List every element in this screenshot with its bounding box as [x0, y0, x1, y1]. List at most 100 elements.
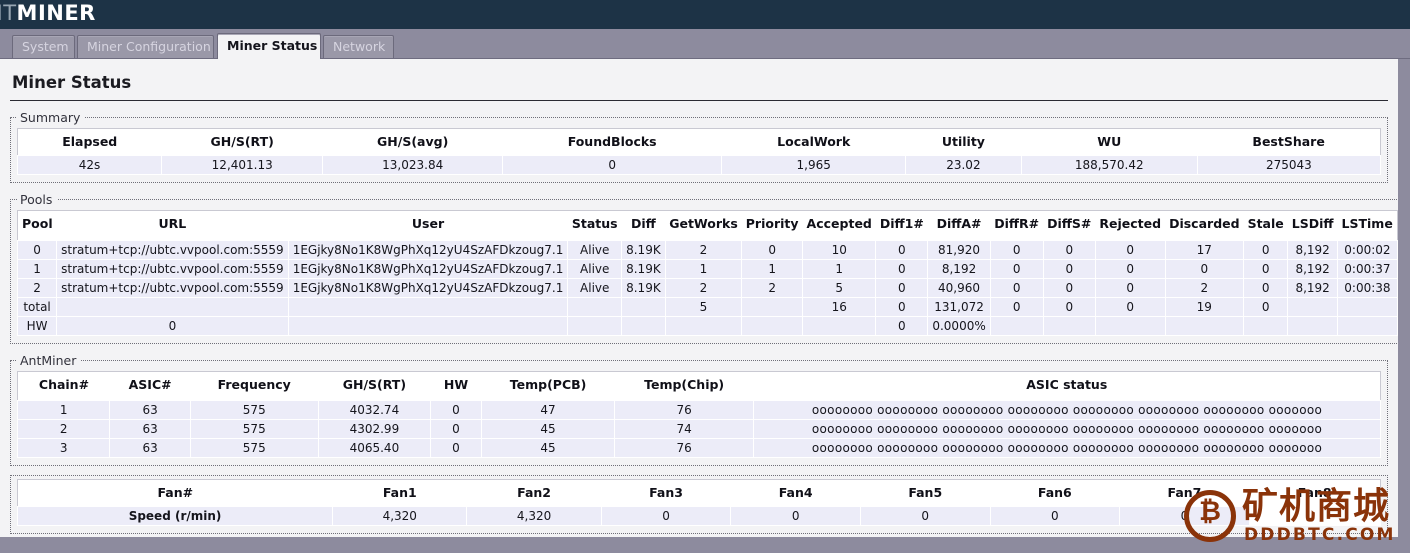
- summary-table: Elapsed GH/S(RT) GH/S(avg) FoundBlocks L…: [17, 128, 1382, 175]
- fans-header-fan5: Fan5: [860, 479, 991, 507]
- pools-cell-diffs: 0: [1042, 258, 1096, 279]
- antminer-cell-frequency: 575: [189, 419, 319, 439]
- pools-cell-getworks: 2: [664, 277, 743, 298]
- antminer-logo: NTMINER: [0, 0, 96, 27]
- summary-value-wu: 188,570.42: [1020, 155, 1198, 175]
- antminer-header-temp-pcb: Temp(PCB): [481, 371, 615, 398]
- antminer-cell-frequency: 575: [189, 438, 319, 458]
- pools-cell-diff: [621, 315, 666, 336]
- summary-group: Summary Elapsed GH/S(RT) GH/S(avg) Found…: [10, 110, 1388, 183]
- pools-header-stale: Stale: [1243, 210, 1288, 237]
- summary-value-utility: 23.02: [905, 155, 1022, 175]
- antminer-cell-asic: 63: [109, 400, 191, 420]
- pools-header-diffs: DiffS#: [1043, 210, 1096, 237]
- pools-cell-lsdiff: 8,192: [1287, 277, 1339, 298]
- pools-header-diffr: DiffR#: [990, 210, 1044, 237]
- pools-cell-pool: total: [16, 296, 58, 317]
- tab-miner-status[interactable]: Miner Status: [217, 33, 321, 59]
- pools-cell-url: stratum+tcp://ubtc.vvpool.com:5559: [56, 277, 289, 298]
- pools-cell-priority: 2: [741, 277, 804, 298]
- pools-header-status: Status: [567, 210, 622, 237]
- pools-cell-lsdiff: 8,192: [1287, 258, 1339, 279]
- table-row: 42s 12,401.13 13,023.84 0 1,965 23.02 18…: [17, 155, 1382, 175]
- pools-cell-getworks: 5: [664, 296, 743, 317]
- tab-miner-configuration[interactable]: Miner Configuration: [77, 35, 214, 58]
- antminer-cell-frequency: 575: [189, 400, 319, 420]
- pools-cell-diffr: 0: [989, 296, 1044, 317]
- antminer-cell-asic: 63: [109, 419, 191, 439]
- fans-header-fan1: Fan1: [332, 479, 467, 507]
- pools-cell-diffs: [1042, 315, 1096, 336]
- pools-cell-lstime: 0:00:37: [1337, 258, 1398, 279]
- summary-header-foundblocks: FoundBlocks: [502, 128, 722, 156]
- pools-cell-rejected: 0: [1094, 239, 1166, 260]
- pools-cell-user: [287, 315, 569, 336]
- summary-value-localwork: 1,965: [721, 155, 907, 175]
- antminer-cell-gh-s-rt: 4065.40: [317, 438, 432, 458]
- summary-value-bestshare: 275043: [1196, 155, 1382, 175]
- fans-value-fan1: 4,320: [332, 506, 468, 526]
- table-row: total 5 16 0 131,072 0 0 0 19 0: [16, 296, 1398, 317]
- pools-cell-diffs: 0: [1042, 277, 1096, 298]
- tab-network[interactable]: Network: [323, 35, 394, 58]
- table-row: 0 stratum+tcp://ubtc.vvpool.com:5559 1EGjk…: [16, 239, 1398, 260]
- antminer-cell-chain: 1: [16, 400, 111, 420]
- pools-cell-discarded: 2: [1164, 277, 1245, 298]
- pools-cell-rejected: [1094, 315, 1166, 336]
- pools-cell-diffa: 0.0000%: [927, 315, 991, 336]
- fans-value-fan8: [1248, 506, 1382, 526]
- summary-header-ghs-rt: GH/S(RT): [161, 128, 323, 156]
- summary-header-localwork: LocalWork: [721, 128, 906, 156]
- pools-cell-stale: [1243, 315, 1289, 336]
- pools-cell-diff: 8.19K: [621, 258, 666, 279]
- pools-cell-accepted: 1: [802, 258, 877, 279]
- pools-cell-stale: 0: [1243, 258, 1289, 279]
- antminer-header-row: Chain# ASIC# Frequency GH/S(RT) HW Temp(PCB) T…: [17, 371, 1381, 398]
- pools-cell-accepted: [802, 315, 877, 336]
- antminer-cell-hw: 0: [430, 438, 482, 458]
- antminer-header-hw: HW: [430, 371, 482, 398]
- tab-bar: System Miner Configuration Miner Status …: [0, 29, 1410, 59]
- pools-cell-status: Alive: [567, 258, 623, 279]
- app-banner: NTMINER: [0, 0, 1410, 29]
- pools-header-url: URL: [56, 210, 289, 237]
- pools-cell-priority: 0: [741, 239, 804, 260]
- pools-cell-priority: [741, 296, 804, 317]
- pools-cell-diff1: 0: [875, 258, 929, 279]
- pools-cell-priority: 1: [741, 258, 804, 279]
- pools-cell-lsdiff: [1287, 296, 1339, 317]
- antminer-cell-temp-chip: 76: [614, 400, 755, 420]
- pools-header-diffa: DiffA#: [927, 210, 991, 237]
- fans-value-fan3: 0: [600, 506, 732, 526]
- pools-cell-diff: [621, 296, 666, 317]
- antminer-cell-asic-status: oooooooo oooooooo oooooooo oooooooo oooo…: [753, 419, 1381, 439]
- pools-cell-accepted: 5: [802, 277, 877, 298]
- pools-cell-diffr: 0: [989, 258, 1044, 279]
- summary-legend: Summary: [20, 110, 81, 125]
- pools-cell-diff1: 0: [875, 239, 929, 260]
- fans-header-fan8: Fan8: [1249, 479, 1381, 507]
- antminer-cell-temp-pcb: 47: [480, 400, 616, 420]
- tab-system[interactable]: System: [12, 35, 75, 58]
- pools-cell-discarded: 0: [1164, 258, 1245, 279]
- summary-value-foundblocks: 0: [501, 155, 723, 175]
- antminer-cell-temp-pcb: 45: [480, 419, 616, 439]
- antminer-cell-chain: 2: [16, 419, 111, 439]
- pools-cell-diffr: 0: [989, 239, 1044, 260]
- page-title: Miner Status: [10, 59, 1388, 101]
- antminer-cell-temp-chip: 74: [614, 419, 755, 439]
- pools-cell-accepted: 16: [802, 296, 877, 317]
- fans-table: Fan# Fan1 Fan2 Fan3 Fan4 Fan5 Fan6 Fan7 Fan8 Spe…: [16, 479, 1382, 526]
- pools-legend: Pools: [20, 192, 53, 207]
- antminer-header-gh-s-rt: GH/S(RT): [318, 371, 431, 398]
- pools-cell-getworks: 2: [664, 239, 743, 260]
- fans-value-fan2: 4,320: [466, 506, 602, 526]
- fans-speed-label: Speed (r/min): [16, 506, 334, 526]
- pools-cell-diffr: [989, 315, 1044, 336]
- right-edge-strip: [1398, 59, 1410, 537]
- pools-header-diff: Diff: [621, 210, 666, 237]
- fans-value-fan7: 0: [1119, 506, 1250, 526]
- pools-table: Pool URL User Status Diff GetWorks Priority Acc…: [16, 210, 1398, 336]
- fans-header-row: Fan# Fan1 Fan2 Fan3 Fan4 Fan5 Fan6 Fan7 Fan8: [17, 479, 1381, 507]
- pools-cell-discarded: 19: [1164, 296, 1245, 317]
